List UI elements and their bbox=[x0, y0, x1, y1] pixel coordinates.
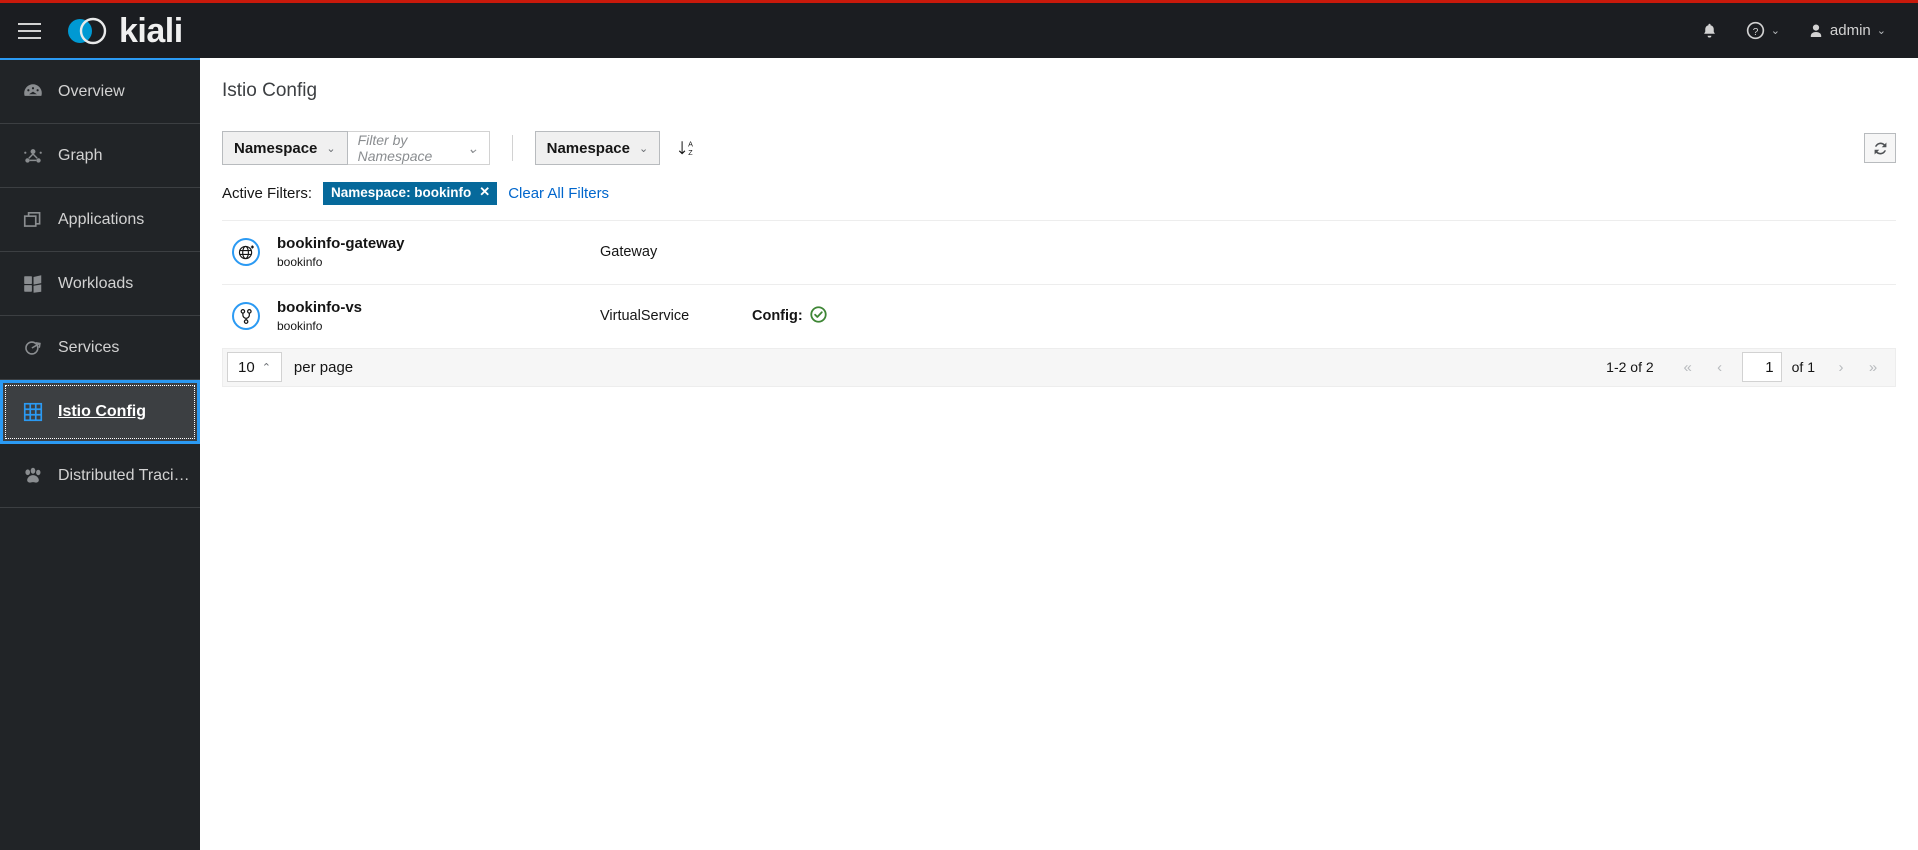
service-arrow-icon bbox=[22, 337, 44, 359]
sidebar-item-overview[interactable]: Overview bbox=[0, 60, 200, 124]
gateway-globe-icon bbox=[232, 238, 260, 267]
filter-control-group: Namespace ⌄ Filter by Namespace ⌄ bbox=[222, 131, 490, 165]
sidebar-item-label: Overview bbox=[58, 82, 125, 100]
chevron-down-icon: ⌄ bbox=[466, 139, 479, 156]
table-row[interactable]: bookinfo-vs bookinfo VirtualService Conf… bbox=[222, 285, 1896, 349]
chevron-up-icon: ⌃ bbox=[261, 361, 271, 374]
chevron-down-icon: ⌄ bbox=[639, 142, 649, 155]
row-name-link[interactable]: bookinfo-gateway bbox=[277, 235, 405, 252]
row-name-block: bookinfo-gateway bookinfo bbox=[277, 235, 405, 269]
active-filters-bar: Active Filters: Namespace: bookinfo ✕ Cl… bbox=[222, 182, 1896, 205]
sidebar-item-applications[interactable]: Applications bbox=[0, 188, 200, 252]
sidebar-nav: Overview Graph Applications Workloads Se… bbox=[0, 58, 200, 850]
virtualservice-branch-icon bbox=[232, 302, 260, 331]
active-filter-chip[interactable]: Namespace: bookinfo ✕ bbox=[323, 182, 498, 205]
page-title: Istio Config bbox=[222, 80, 318, 101]
row-name-cell: bookinfo-vs bookinfo bbox=[222, 299, 600, 333]
row-name-block: bookinfo-vs bookinfo bbox=[277, 299, 362, 333]
notifications-button[interactable] bbox=[1687, 3, 1732, 58]
dashboard-icon bbox=[22, 81, 44, 103]
row-name-cell: bookinfo-gateway bookinfo bbox=[222, 235, 600, 269]
grid-config-icon bbox=[22, 401, 44, 423]
first-page-button[interactable]: « bbox=[1671, 352, 1704, 383]
row-type: Gateway bbox=[600, 244, 658, 261]
svg-text:?: ? bbox=[1752, 27, 1758, 38]
paw-icon bbox=[22, 465, 44, 487]
cubes-icon bbox=[22, 273, 44, 295]
active-filter-chip-text: Namespace: bookinfo bbox=[331, 185, 472, 200]
pagination-controls: 1-2 of 2 « ‹ of 1 › » bbox=[1606, 352, 1889, 383]
sidebar-item-graph[interactable]: Graph bbox=[0, 124, 200, 188]
user-icon bbox=[1810, 24, 1822, 37]
table-row[interactable]: bookinfo-gateway bookinfo Gateway bbox=[222, 221, 1896, 285]
question-circle-icon: ? bbox=[1746, 21, 1764, 40]
sidebar-item-label: Graph bbox=[58, 146, 103, 164]
filter-input-placeholder: Filter by Namespace bbox=[357, 132, 433, 164]
filter-category-dropdown[interactable]: Namespace ⌄ bbox=[222, 131, 348, 165]
svg-text:Z: Z bbox=[689, 148, 694, 157]
sidebar-item-label: Workloads bbox=[58, 274, 134, 292]
pagination-range: 1-2 of 2 bbox=[1606, 359, 1654, 376]
filter-toolbar: Namespace ⌄ Filter by Namespace ⌄ Namesp… bbox=[222, 130, 1896, 166]
user-caret-icon: ⌄ bbox=[1876, 25, 1886, 37]
sidebar-item-distributed-tracing[interactable]: Distributed Traci… bbox=[0, 444, 200, 508]
row-namespace: bookinfo bbox=[277, 319, 323, 334]
bell-icon bbox=[1703, 23, 1715, 38]
masthead-actions: ? ⌄ admin ⌄ bbox=[1687, 3, 1918, 58]
active-filters-label: Active Filters: bbox=[222, 184, 313, 202]
hamburger-icon[interactable] bbox=[0, 3, 58, 58]
user-name: admin bbox=[1829, 22, 1871, 39]
per-page-value: 10 bbox=[238, 358, 255, 376]
sidebar-item-istio-config[interactable]: Istio Config bbox=[0, 380, 200, 444]
toolbar-divider bbox=[511, 135, 513, 161]
last-page-button[interactable]: » bbox=[1857, 352, 1889, 383]
sort-alpha-down-icon[interactable]: A Z bbox=[670, 131, 704, 165]
sidebar-item-label: Istio Config bbox=[58, 403, 146, 420]
filter-by-namespace-input[interactable]: Filter by Namespace ⌄ bbox=[347, 131, 490, 165]
chevron-down-icon: ⌄ bbox=[326, 142, 336, 155]
sidebar-item-services[interactable]: Services bbox=[0, 316, 200, 380]
brand-name: kiali bbox=[119, 11, 183, 50]
main-content: Istio Config Namespace ⌄ Filter by Names… bbox=[200, 58, 1918, 850]
hamburger-line bbox=[17, 36, 41, 39]
filter-category-label: Namespace bbox=[234, 139, 318, 157]
row-config-cell: Config: bbox=[752, 305, 827, 327]
user-menu-button[interactable]: admin ⌄ bbox=[1794, 3, 1900, 58]
topology-icon bbox=[22, 145, 44, 167]
masthead: kiali ? ⌄ admin ⌄ bbox=[0, 3, 1918, 58]
applications-icon bbox=[22, 209, 44, 231]
help-caret-icon: ⌄ bbox=[1770, 25, 1780, 37]
sort-field-label: Namespace bbox=[546, 139, 630, 157]
help-button[interactable]: ? ⌄ bbox=[1732, 3, 1794, 58]
row-type: VirtualService bbox=[600, 308, 690, 325]
kiali-logo-icon bbox=[68, 17, 107, 44]
brand-logo[interactable]: kiali bbox=[64, 14, 183, 48]
per-page-label: per page bbox=[293, 358, 354, 376]
prev-page-button[interactable]: ‹ bbox=[1703, 352, 1736, 383]
next-page-button[interactable]: › bbox=[1825, 352, 1857, 383]
pagination-bar: 10 ⌃ per page 1-2 of 2 « ‹ of 1 › » bbox=[222, 348, 1896, 387]
sidebar-item-label: Distributed Traci… bbox=[58, 466, 190, 484]
sidebar-item-workloads[interactable]: Workloads bbox=[0, 252, 200, 316]
refresh-button[interactable] bbox=[1864, 133, 1896, 163]
pagination-total-pages: of 1 bbox=[1791, 359, 1815, 376]
hamburger-line bbox=[17, 29, 41, 32]
config-valid-icon bbox=[810, 305, 827, 327]
row-config-label: Config: bbox=[752, 308, 803, 325]
per-page-dropdown[interactable]: 10 ⌃ bbox=[227, 352, 282, 383]
kiali-istio-config-page: kiali ? ⌄ admin ⌄ Overview Graph Applica… bbox=[0, 0, 1918, 850]
sort-field-dropdown[interactable]: Namespace ⌄ bbox=[534, 131, 661, 165]
istio-config-list: bookinfo-gateway bookinfo Gateway bookin… bbox=[222, 221, 1896, 349]
sidebar-item-label: Applications bbox=[58, 210, 145, 228]
hamburger-line bbox=[17, 22, 41, 25]
clear-all-filters-link[interactable]: Clear All Filters bbox=[508, 185, 609, 202]
row-namespace: bookinfo bbox=[277, 255, 323, 270]
sidebar-item-label: Services bbox=[58, 338, 120, 356]
close-icon[interactable]: ✕ bbox=[479, 184, 490, 200]
page-number-input[interactable] bbox=[1741, 352, 1782, 383]
row-name-link[interactable]: bookinfo-vs bbox=[277, 299, 362, 316]
sync-icon bbox=[1874, 142, 1886, 154]
